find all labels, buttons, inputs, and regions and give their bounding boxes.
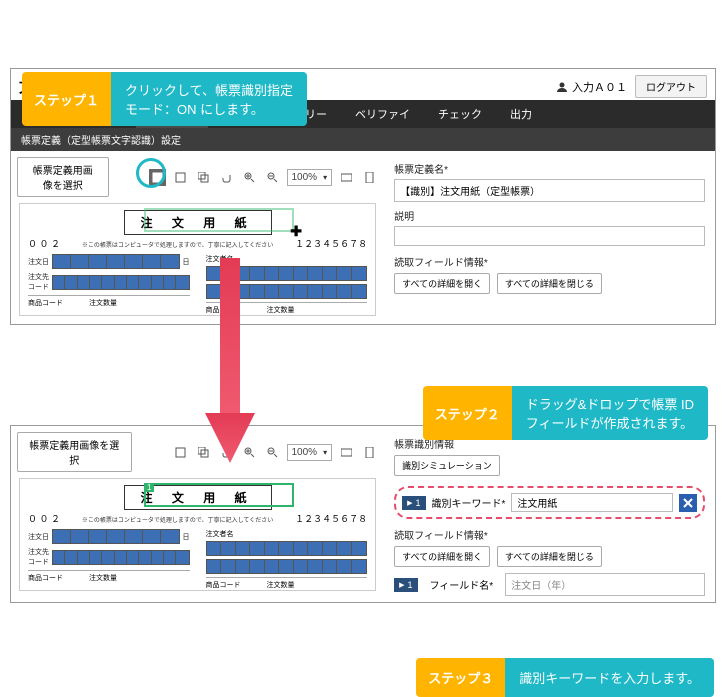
def-name-label: 帳票定義名* xyxy=(394,161,705,176)
select-image-button[interactable]: 帳票定義用画像を選択 xyxy=(17,157,109,197)
ident-keyword-label: 識別キーワード* xyxy=(432,495,506,510)
zoom-percent[interactable]: 100%▾ xyxy=(287,169,333,186)
left-pane-b: 帳票定義用画像を選択 100%▾ 注 文 用 紙 1 xyxy=(11,426,384,602)
desc-field[interactable] xyxy=(394,226,705,246)
field-index[interactable]: ▶1 xyxy=(394,578,417,592)
hand-tool-icon[interactable] xyxy=(218,169,235,186)
nav-output[interactable]: 出力 xyxy=(496,100,546,128)
step1-text: クリックして、帳票識別指定 モード：ON にします。 xyxy=(111,72,307,126)
form-serial: １２３４５６７８ xyxy=(295,237,367,250)
canvas-left-col-b: 注文日 日 注文先 コード xyxy=(28,529,190,590)
desc-label: 説明 xyxy=(394,208,705,223)
sub-breadcrumb: 帳票定義（定型帳票文字認識）設定 xyxy=(11,128,715,151)
zoom-percent-b[interactable]: 100%▾ xyxy=(287,444,333,461)
ident-mode-tool-icon[interactable] xyxy=(149,169,166,186)
ident-keyword-index[interactable]: ▶1 xyxy=(402,496,425,510)
big-red-arrow xyxy=(200,258,260,468)
form-code-b: ０ ０ ２ xyxy=(28,512,60,525)
user-name: 入力Ａ０１ xyxy=(572,79,627,95)
open-all-button-b[interactable]: すべての詳細を開く xyxy=(394,546,490,567)
step1-callout: ステップ１ クリックして、帳票識別指定 モード：ON にします。 xyxy=(22,72,307,126)
user-icon xyxy=(556,81,568,93)
chevron-down-icon: ▾ xyxy=(323,173,327,182)
step1-tag: ステップ１ xyxy=(22,72,111,126)
close-icon xyxy=(683,498,693,508)
left-pane: 帳票定義用画像を選択 100%▾ 注 文 用 紙 xyxy=(11,151,384,324)
fit-page-icon[interactable] xyxy=(361,444,378,461)
open-all-button[interactable]: すべての詳細を開く xyxy=(394,273,490,294)
current-user: 入力Ａ０１ xyxy=(556,79,627,95)
step3-callout: ステップ３ 識別キーワードを入力します。 xyxy=(416,658,714,697)
read-fields-label-b: 読取フィールド情報* xyxy=(394,527,705,542)
form-code: ０ ０ ２ xyxy=(28,237,60,250)
field-name-label: フィールド名* xyxy=(430,577,494,592)
step3-tag: ステップ３ xyxy=(416,658,505,697)
nav-verify[interactable]: ベリファイ xyxy=(341,100,424,128)
chevron-right-icon: ▶ xyxy=(399,581,404,589)
form-serial-b: １２３４５６７８ xyxy=(295,512,367,525)
fit-width-icon[interactable] xyxy=(338,169,355,186)
vendor-boxes xyxy=(52,275,190,290)
ident-sim-button[interactable]: 識別シミュレーション xyxy=(394,455,500,476)
chevron-right-icon: ▶ xyxy=(407,499,412,507)
zoom-in-icon[interactable] xyxy=(241,169,258,186)
def-name-field[interactable]: 【識別】注文用紙（定型帳票） xyxy=(394,179,705,202)
canvas-toolbar: 100%▾ xyxy=(143,165,385,190)
form-title-box-b: 注 文 用 紙 xyxy=(124,485,272,510)
panel-after: 帳票定義用画像を選択 100%▾ 注 文 用 紙 1 xyxy=(10,425,716,603)
zoom-out-icon[interactable] xyxy=(264,444,281,461)
step2-tag: ステップ２ xyxy=(423,386,512,440)
fit-width-icon[interactable] xyxy=(338,444,355,461)
close-all-button[interactable]: すべての詳細を閉じる xyxy=(497,273,602,294)
ident-keyword-input[interactable] xyxy=(511,493,673,512)
ident-keyword-row: ▶1 識別キーワード* xyxy=(394,486,705,519)
select-image-button-b[interactable]: 帳票定義用画像を選択 xyxy=(17,432,132,472)
form-canvas[interactable]: 注 文 用 紙 ✚ ０ ０ ２ ※この帳票はコンピュータで処理しますので、丁寧に… xyxy=(19,203,376,316)
step3-text: 識別キーワードを入力します。 xyxy=(505,658,714,697)
select-tool-icon[interactable] xyxy=(172,169,189,186)
right-properties: 帳票定義名* 【識別】注文用紙（定型帳票） 説明 読取フィールド情報* すべての… xyxy=(384,151,715,324)
canvas-left-col: 注文日 日 注文先 コード xyxy=(28,254,190,315)
form-hint: ※この帳票はコンピュータで処理しますので、丁寧に記入してください xyxy=(82,243,273,249)
logout-button[interactable]: ログアウト xyxy=(635,75,707,98)
select-tool-icon[interactable] xyxy=(172,444,189,461)
right-properties-b: 帳票識別情報 識別シミュレーション ▶1 識別キーワード* 読取フィールド情報*… xyxy=(384,426,715,602)
dup-tool-icon[interactable] xyxy=(195,169,212,186)
ident-keyword-delete-button[interactable] xyxy=(679,494,697,512)
chevron-down-icon: ▾ xyxy=(323,448,327,457)
form-canvas-b[interactable]: 注 文 用 紙 1 ０ ０ ２ ※この帳票はコンピュータで処理しますので、丁寧に… xyxy=(19,478,376,591)
field-name-value[interactable]: 注文日（年） xyxy=(505,573,705,596)
read-fields-label: 読取フィールド情報* xyxy=(394,254,705,269)
zoom-out-icon[interactable] xyxy=(264,169,281,186)
step2-callout: ステップ２ ドラッグ&ドロップで帳票 ID フィールドが作成されます。 xyxy=(423,386,708,440)
date-boxes xyxy=(52,254,180,269)
nav-check[interactable]: チェック xyxy=(424,100,496,128)
step2-text: ドラッグ&ドロップで帳票 ID フィールドが作成されます。 xyxy=(512,386,708,440)
canvas-right-col-b: 注文者名 商品コード 注文数量 xyxy=(206,529,368,590)
canvas-toolbar-b: 100%▾ xyxy=(166,440,385,465)
fit-page-icon[interactable] xyxy=(361,169,378,186)
form-title-box: 注 文 用 紙 xyxy=(124,210,272,235)
close-all-button-b[interactable]: すべての詳細を閉じる xyxy=(497,546,602,567)
form-hint-b: ※この帳票はコンピュータで処理しますので、丁寧に記入してください xyxy=(82,518,273,524)
